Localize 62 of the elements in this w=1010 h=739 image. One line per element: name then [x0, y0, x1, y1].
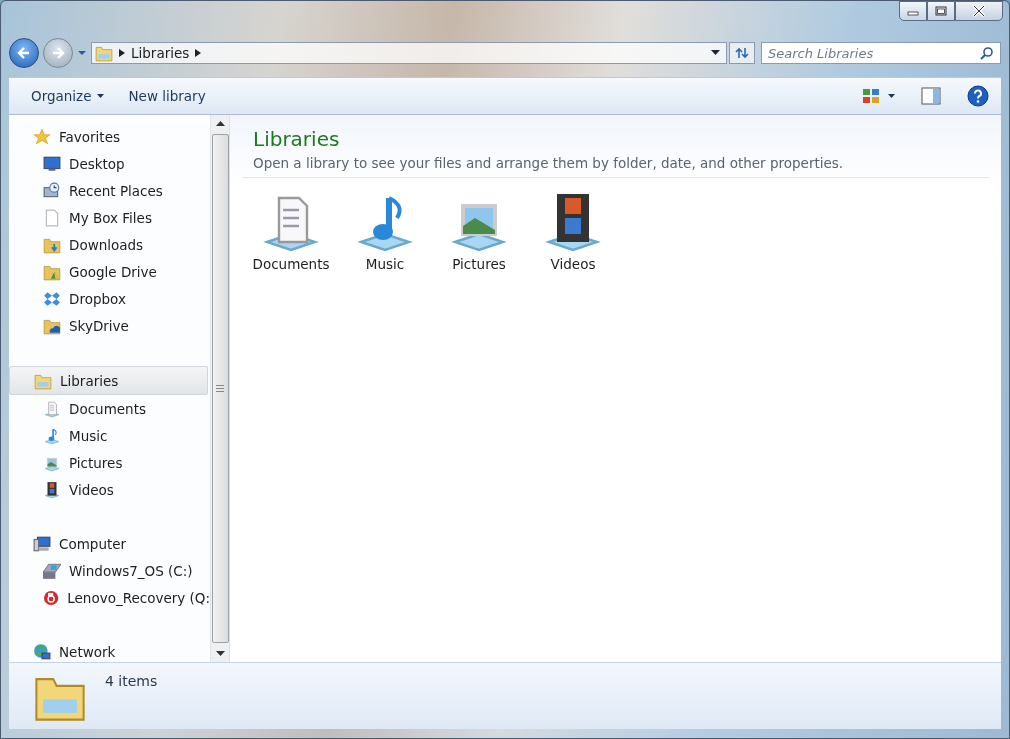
breadcrumb-item[interactable]: Libraries: [131, 45, 190, 61]
nav-item[interactable]: Music: [9, 422, 210, 449]
maximize-button[interactable]: [927, 1, 955, 21]
caret-icon: [888, 94, 895, 98]
film-strip-icon: [43, 480, 61, 499]
right-triangle-icon[interactable]: [119, 49, 125, 57]
caret-icon: [97, 94, 105, 98]
computer-icon: [33, 534, 51, 553]
grid-icon: [862, 88, 880, 104]
down-arrow-icon[interactable]: [215, 651, 225, 656]
pane-icon: [921, 87, 941, 105]
close-icon: [972, 5, 986, 17]
search-icon: [980, 46, 994, 60]
nav-item[interactable]: Videos: [9, 476, 210, 503]
hard-drive-icon: [43, 561, 61, 580]
nav-item[interactable]: Favorites: [9, 123, 210, 150]
nav-item[interactable]: Pictures: [9, 449, 210, 476]
library-item[interactable]: Documents: [248, 190, 334, 272]
globe-icon: [33, 642, 51, 661]
maximize-icon: [935, 6, 947, 16]
question-mark-icon: [967, 85, 989, 107]
monitor-icon: [43, 154, 61, 173]
search-field[interactable]: Search Libraries: [761, 42, 1001, 64]
nav-item[interactable]: Recent Places: [9, 177, 210, 204]
right-triangle-icon[interactable]: [195, 49, 202, 57]
nav-item[interactable]: SkyDrive: [9, 312, 210, 339]
nav-item[interactable]: Computer: [9, 530, 210, 557]
library-title: Libraries: [253, 126, 341, 153]
toolbar-button[interactable]: New library: [118, 84, 216, 108]
library-description: Open a library to see your files and arrange them by folder, date, and other properties.: [253, 155, 845, 171]
two-arrows-icon: [735, 47, 749, 59]
left-arrow-icon: [17, 46, 31, 60]
nav-item[interactable]: Network: [9, 638, 210, 662]
document-stand-icon: [43, 399, 61, 418]
nav-item[interactable]: Google Drive: [9, 258, 210, 285]
star-icon: [33, 127, 51, 146]
nav-item[interactable]: Dropbox: [9, 285, 210, 312]
caret-icon[interactable]: [711, 50, 720, 56]
close-button[interactable]: [955, 1, 1003, 21]
document-icon: [43, 208, 61, 227]
nav-item[interactable]: Libraries: [9, 366, 208, 395]
nav-item[interactable]: Documents: [9, 395, 210, 422]
library-folder-icon: [95, 44, 113, 62]
grip-icon: [216, 385, 224, 392]
nav-item[interactable]: Desktop: [9, 150, 210, 177]
toolbar-button[interactable]: Organize: [21, 84, 115, 108]
nav-item[interactable]: My Box Files: [9, 204, 210, 231]
library-item[interactable]: Videos: [530, 190, 616, 272]
nav-item[interactable]: Downloads: [9, 231, 210, 258]
up-arrow-icon[interactable]: [215, 121, 225, 126]
refresh-button[interactable]: [729, 42, 755, 64]
minimize-button[interactable]: [899, 1, 927, 21]
nav-item[interactable]: Windows7_OS (C:): [9, 557, 210, 584]
nav-item[interactable]: Lenovo_Recovery (Q:: [9, 584, 210, 611]
library-item[interactable]: Music: [342, 190, 428, 272]
item-count: 4 items: [105, 673, 158, 689]
right-arrow-icon: [51, 46, 65, 60]
recent-places-icon: [43, 181, 61, 200]
recovery-disc-icon: [43, 588, 60, 607]
address-bar[interactable]: Libraries: [91, 42, 727, 64]
music-note-icon: [43, 426, 61, 445]
library-item[interactable]: Pictures: [436, 190, 522, 272]
